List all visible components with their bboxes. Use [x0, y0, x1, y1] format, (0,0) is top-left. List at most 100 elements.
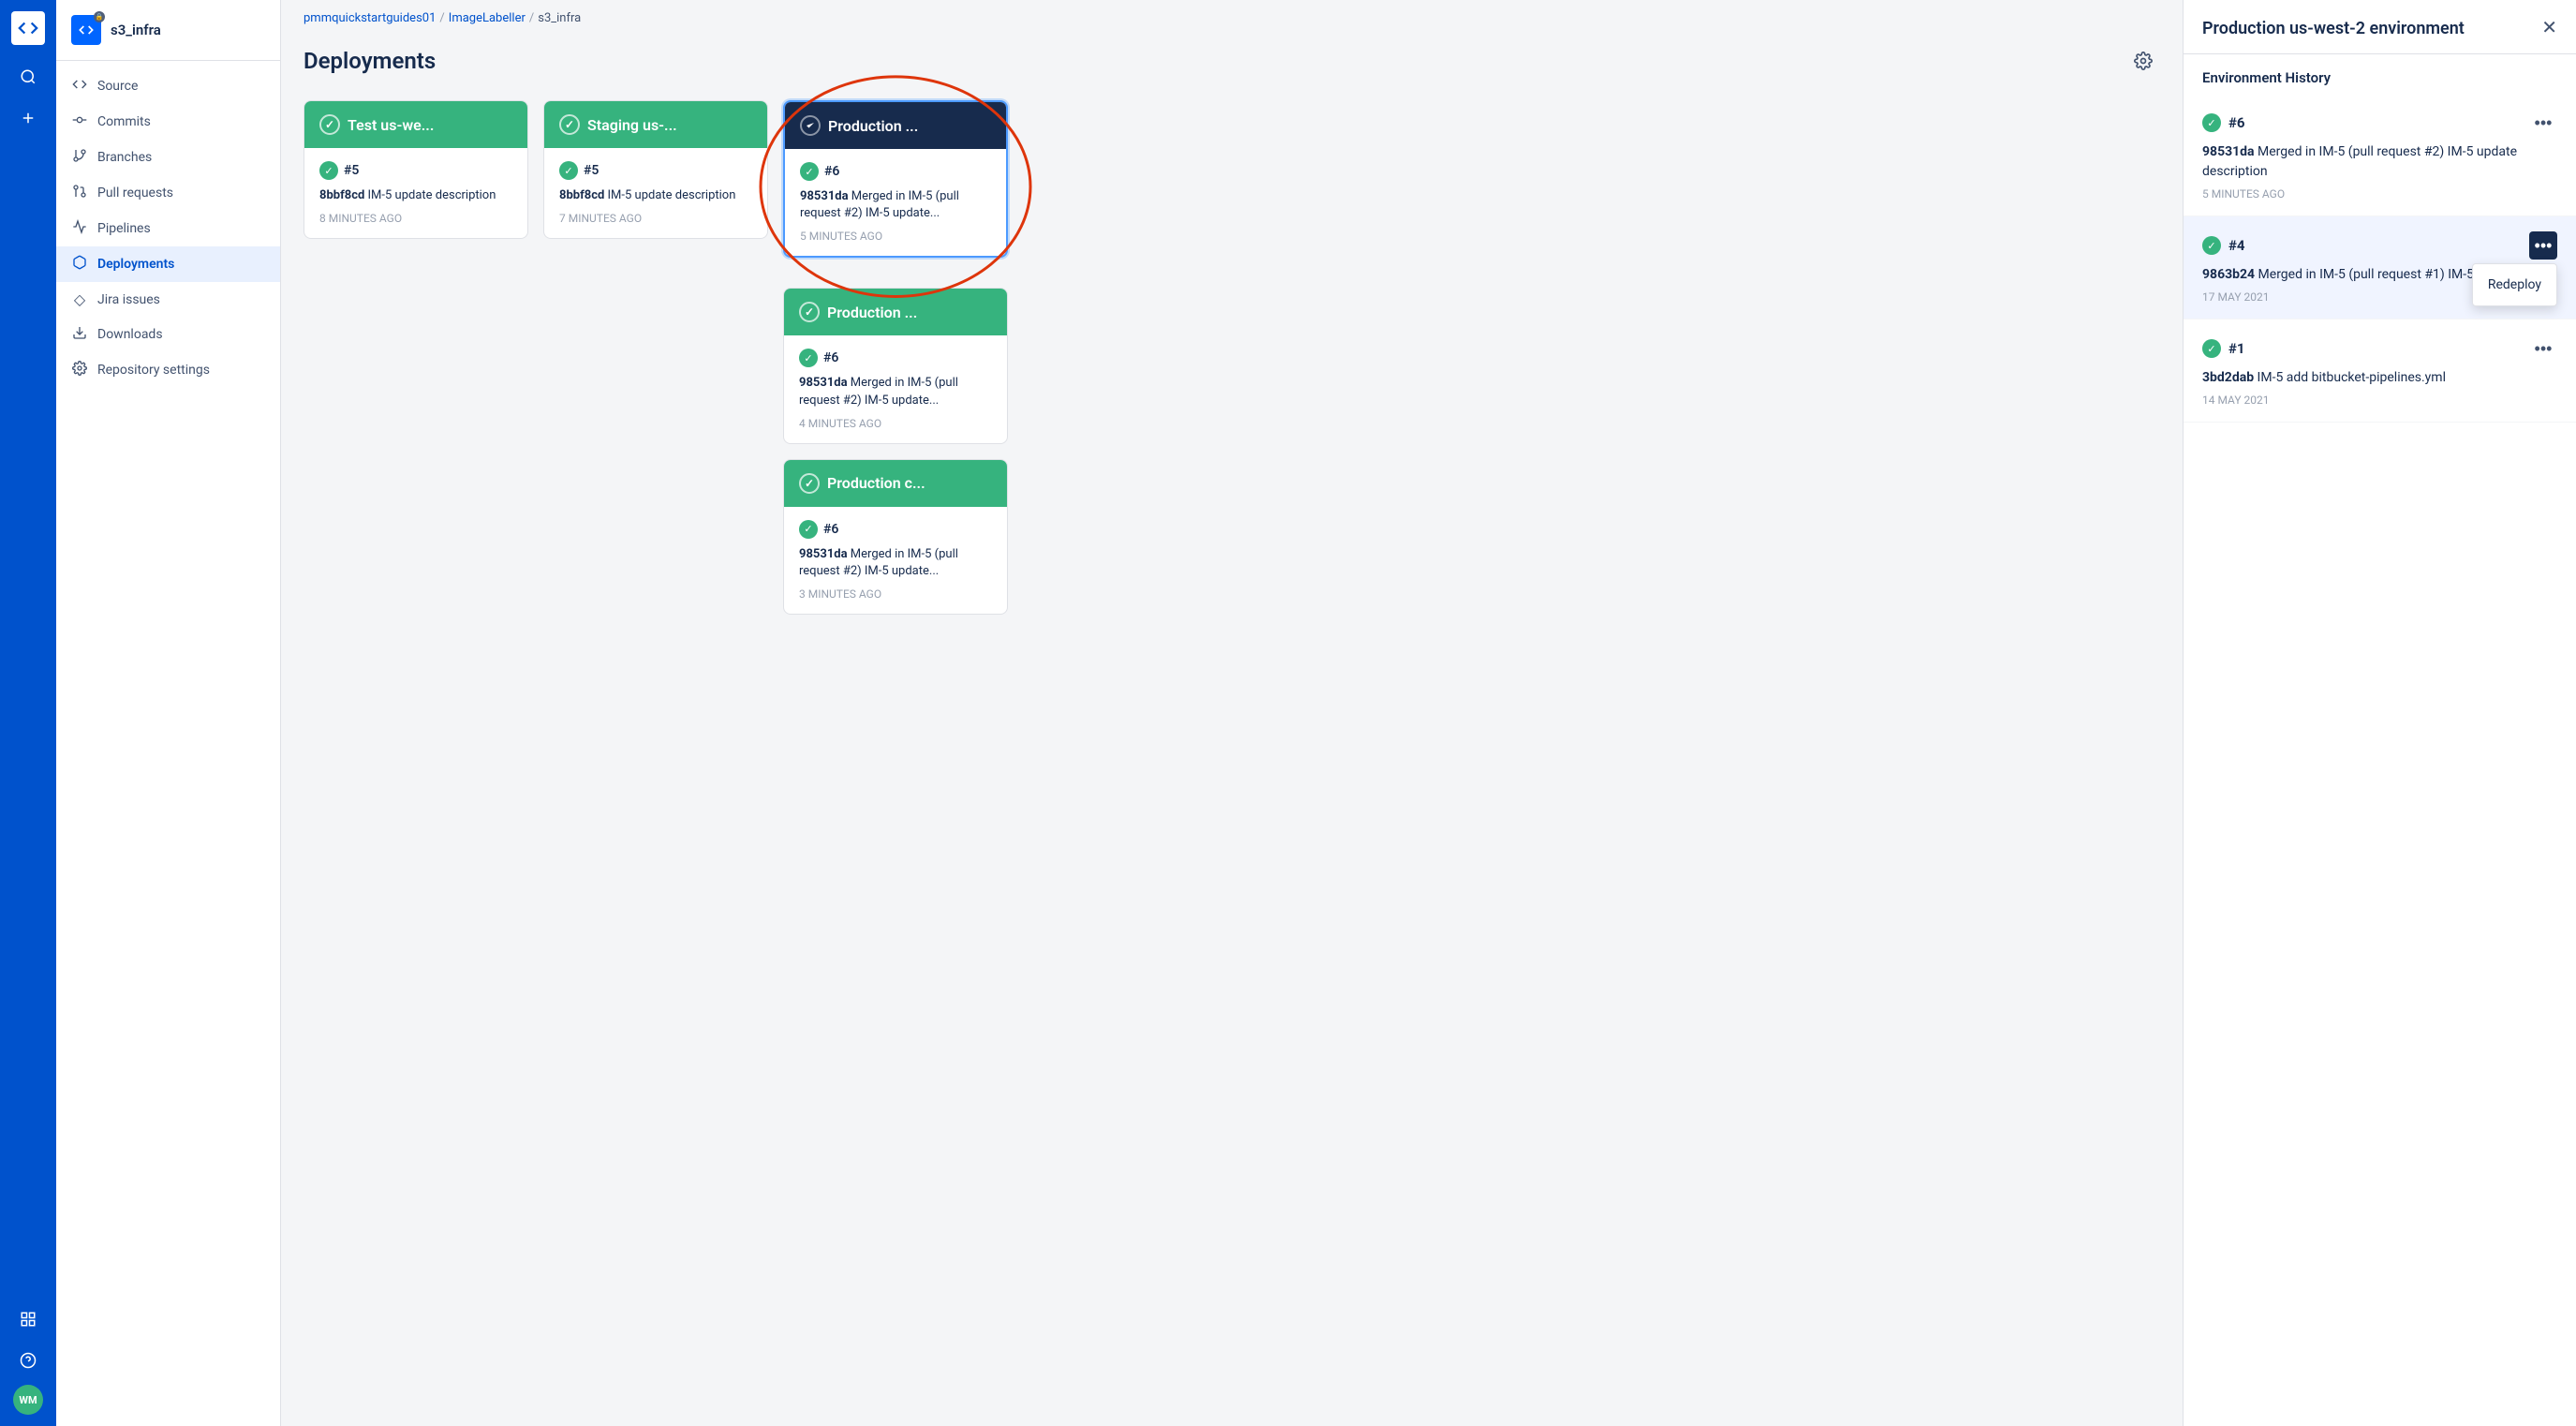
main-area: pmmquickstartguides01 / ImageLabeller / …	[281, 0, 2183, 1426]
breadcrumb-page: s3_infra	[538, 11, 581, 25]
test-build-num: #5	[344, 163, 359, 178]
staging-check-icon: ✓	[559, 114, 580, 135]
staging-build-check: ✓	[559, 161, 578, 180]
test-check-icon: ✓	[319, 114, 340, 135]
production-c-card[interactable]: ✓ Production c... ✓ #6 98531da Merged in…	[783, 459, 1008, 615]
production-header-label: Production ...	[828, 117, 918, 135]
staging-build-num: #5	[584, 163, 599, 178]
redeploy-popup: Redeploy	[2472, 263, 2557, 306]
history-4-more-button[interactable]: •••	[2529, 231, 2557, 260]
production-2-body: ✓ #6 98531da Merged in IM-5 (pull reques…	[784, 335, 1007, 442]
breadcrumb-org[interactable]: pmmquickstartguides01	[303, 11, 436, 25]
test-card[interactable]: ✓ Test us-we... ✓ #5 8bbf8cd IM-5 update…	[303, 100, 528, 239]
staging-card[interactable]: ✓ Staging us-... ✓ #5 8bbf8cd IM-5 updat…	[543, 100, 768, 239]
production-header: Production ...	[785, 102, 1006, 149]
production-card-wrapper: Production ... ✓ #6 98531da Merged in IM…	[783, 100, 1008, 273]
staging-column: ✓ Staging us-... ✓ #5 8bbf8cd IM-5 updat…	[543, 100, 768, 254]
sidebar-item-pull-requests[interactable]: Pull requests	[56, 175, 280, 211]
production-build-desc: 98531da Merged in IM-5 (pull request #2)…	[800, 188, 991, 222]
right-panel-header: Production us-west-2 environment ✕	[2184, 0, 2576, 54]
history-1-more-button[interactable]: •••	[2529, 334, 2557, 363]
repo-settings-icon	[71, 361, 88, 379]
production-column: Production ... ✓ #6 98531da Merged in IM…	[783, 100, 1008, 630]
sidebar-item-repo-settings[interactable]: Repository settings	[56, 352, 280, 388]
sidebar-pr-label: Pull requests	[97, 186, 173, 201]
history-6-build-num: #6	[2228, 114, 2245, 131]
history-item-4[interactable]: ✓ #4 ••• 9863b24 Merged in IM-5 (pull re…	[2184, 216, 2576, 319]
history-6-build-row: ✓ #6	[2202, 113, 2245, 132]
sidebar-item-source[interactable]: Source	[56, 68, 280, 104]
history-item-6[interactable]: ✓ #6 ••• 98531da Merged in IM-5 (pull re…	[2184, 94, 2576, 216]
test-build-desc: 8bbf8cd IM-5 update description	[319, 187, 512, 204]
history-item-1[interactable]: ✓ #1 ••• 3bd2dab IM-5 add bitbucket-pipe…	[2184, 319, 2576, 423]
page-title: Deployments	[303, 48, 436, 74]
history-1-check: ✓	[2202, 339, 2221, 358]
history-6-more-button[interactable]: •••	[2529, 109, 2557, 137]
nav-bar: WM	[0, 0, 56, 1426]
sidebar-item-branches[interactable]: Branches	[56, 140, 280, 175]
staging-header-label: Staging us-...	[587, 116, 677, 134]
production-build-num: #6	[824, 164, 839, 179]
production-2-header: ✓ Production ...	[784, 289, 1007, 335]
test-column: ✓ Test us-we... ✓ #5 8bbf8cd IM-5 update…	[303, 100, 528, 254]
deployments-grid: ✓ Test us-we... ✓ #5 8bbf8cd IM-5 update…	[303, 100, 2160, 630]
sidebar-item-pipelines[interactable]: Pipelines	[56, 211, 280, 246]
sidebar-downloads-label: Downloads	[97, 327, 163, 342]
staging-build-time: 7 MINUTES AGO	[559, 212, 752, 225]
search-button[interactable]	[11, 60, 45, 94]
sidebar-jira-label: Jira issues	[97, 292, 160, 307]
production-2-card[interactable]: ✓ Production ... ✓ #6 98531da Merged in …	[783, 288, 1008, 443]
history-4-build-row: ✓ #4	[2202, 236, 2245, 255]
staging-header: ✓ Staging us-...	[544, 101, 767, 148]
test-header: ✓ Test us-we...	[304, 101, 527, 148]
test-build-check: ✓	[319, 161, 338, 180]
sidebar-source-label: Source	[97, 79, 138, 94]
page-header: Deployments	[303, 44, 2160, 78]
production-build-time: 5 MINUTES AGO	[800, 230, 991, 243]
breadcrumb-repo[interactable]: ImageLabeller	[449, 11, 526, 25]
sidebar-repo-settings-label: Repository settings	[97, 363, 210, 378]
production-2-build-time: 4 MINUTES AGO	[799, 417, 992, 430]
history-4-check: ✓	[2202, 236, 2221, 255]
commits-icon	[71, 112, 88, 131]
production-c-build-num: #6	[823, 522, 838, 537]
settings-button[interactable]	[2126, 44, 2160, 78]
history-1-header: ✓ #1 •••	[2202, 334, 2557, 363]
production-2-check-icon: ✓	[799, 302, 820, 322]
sidebar-item-jira-issues[interactable]: ◇ Jira issues	[56, 282, 280, 317]
history-6-header: ✓ #6 •••	[2202, 109, 2557, 137]
staging-body: ✓ #5 8bbf8cd IM-5 update description 7 M…	[544, 148, 767, 238]
redeploy-button[interactable]: Redeploy	[2473, 270, 2556, 300]
history-6-time: 5 MINUTES AGO	[2202, 187, 2557, 201]
sidebar-branches-label: Branches	[97, 150, 152, 165]
sidebar-item-commits[interactable]: Commits	[56, 104, 280, 140]
sidebar-item-deployments[interactable]: Deployments	[56, 246, 280, 282]
breadcrumb: pmmquickstartguides01 / ImageLabeller / …	[281, 0, 2183, 29]
pull-requests-icon	[71, 184, 88, 202]
source-icon	[71, 77, 88, 96]
user-avatar[interactable]: WM	[13, 1385, 43, 1415]
history-4-header: ✓ #4 •••	[2202, 231, 2557, 260]
history-1-time: 14 MAY 2021	[2202, 394, 2557, 407]
production-c-body: ✓ #6 98531da Merged in IM-5 (pull reques…	[784, 507, 1007, 614]
production-2-build-desc: 98531da Merged in IM-5 (pull request #2)…	[799, 375, 992, 408]
production-body: ✓ #6 98531da Merged in IM-5 (pull reques…	[785, 149, 1006, 256]
right-panel: Production us-west-2 environment ✕ Envir…	[2183, 0, 2576, 1426]
sidebar-item-downloads[interactable]: Downloads	[56, 317, 280, 352]
branches-icon	[71, 148, 88, 167]
sidebar-pipelines-label: Pipelines	[97, 221, 151, 236]
env-history-label: Environment History	[2184, 54, 2576, 94]
grid-button[interactable]	[11, 1302, 45, 1336]
history-1-build-row: ✓ #1	[2202, 339, 2245, 358]
production-main-card[interactable]: Production ... ✓ #6 98531da Merged in IM…	[783, 100, 1008, 258]
add-button[interactable]	[11, 101, 45, 135]
help-button[interactable]	[11, 1344, 45, 1377]
downloads-icon	[71, 325, 88, 344]
app-logo[interactable]	[11, 11, 45, 45]
history-6-desc: 98531da Merged in IM-5 (pull request #2)…	[2202, 142, 2557, 182]
production-c-check-icon: ✓	[799, 473, 820, 494]
production-2-build-num: #6	[823, 350, 838, 365]
repo-name: s3_infra	[111, 22, 161, 38]
close-panel-button[interactable]: ✕	[2541, 19, 2557, 37]
production-2-build-check: ✓	[799, 349, 818, 367]
